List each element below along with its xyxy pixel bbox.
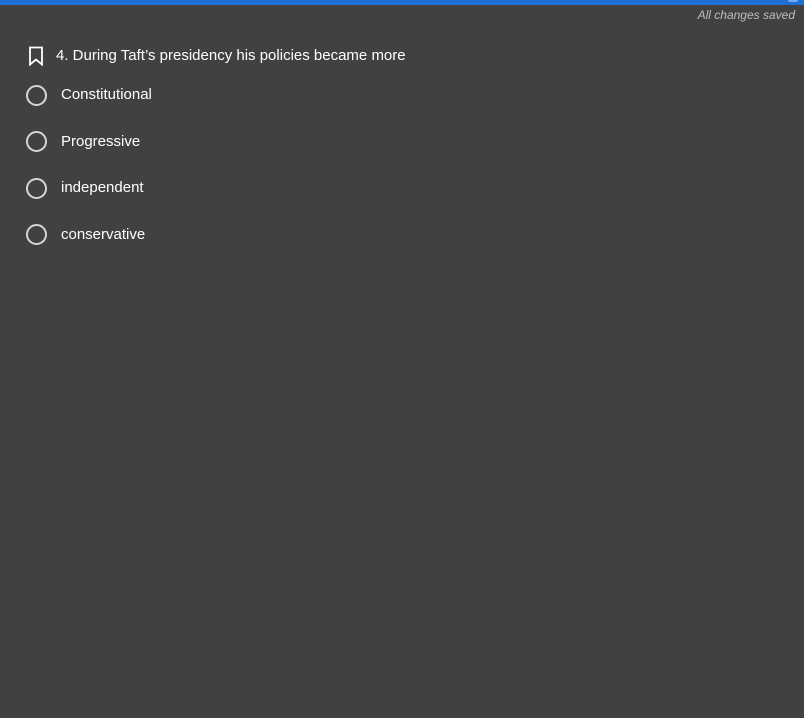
choice-label: independent xyxy=(61,179,144,196)
top-bar-corner-indicator xyxy=(788,0,798,2)
choice-independent[interactable]: independent xyxy=(26,175,152,201)
question: 4. During Taft’s presidency his policies… xyxy=(28,44,406,68)
bookmark-icon[interactable] xyxy=(28,46,44,66)
choice-conservative[interactable]: conservative xyxy=(26,222,152,248)
choice-label: conservative xyxy=(61,225,146,243)
radio-button[interactable] xyxy=(26,177,47,199)
choice-label: Constitutional xyxy=(61,86,152,103)
radio-button[interactable] xyxy=(26,131,47,152)
top-accent-bar xyxy=(0,0,804,5)
choice-progressive[interactable]: Progressive xyxy=(26,129,152,155)
question-text: 4. During Taft’s presidency his policies… xyxy=(56,47,406,64)
radio-button[interactable] xyxy=(26,224,47,245)
choice-label: Progressive xyxy=(61,132,141,150)
radio-button[interactable] xyxy=(26,84,47,106)
save-status: All changes saved xyxy=(697,8,795,22)
choice-constitutional[interactable]: Constitutional xyxy=(26,82,152,108)
answer-choices: Constitutional Progressive independent c… xyxy=(26,82,152,268)
